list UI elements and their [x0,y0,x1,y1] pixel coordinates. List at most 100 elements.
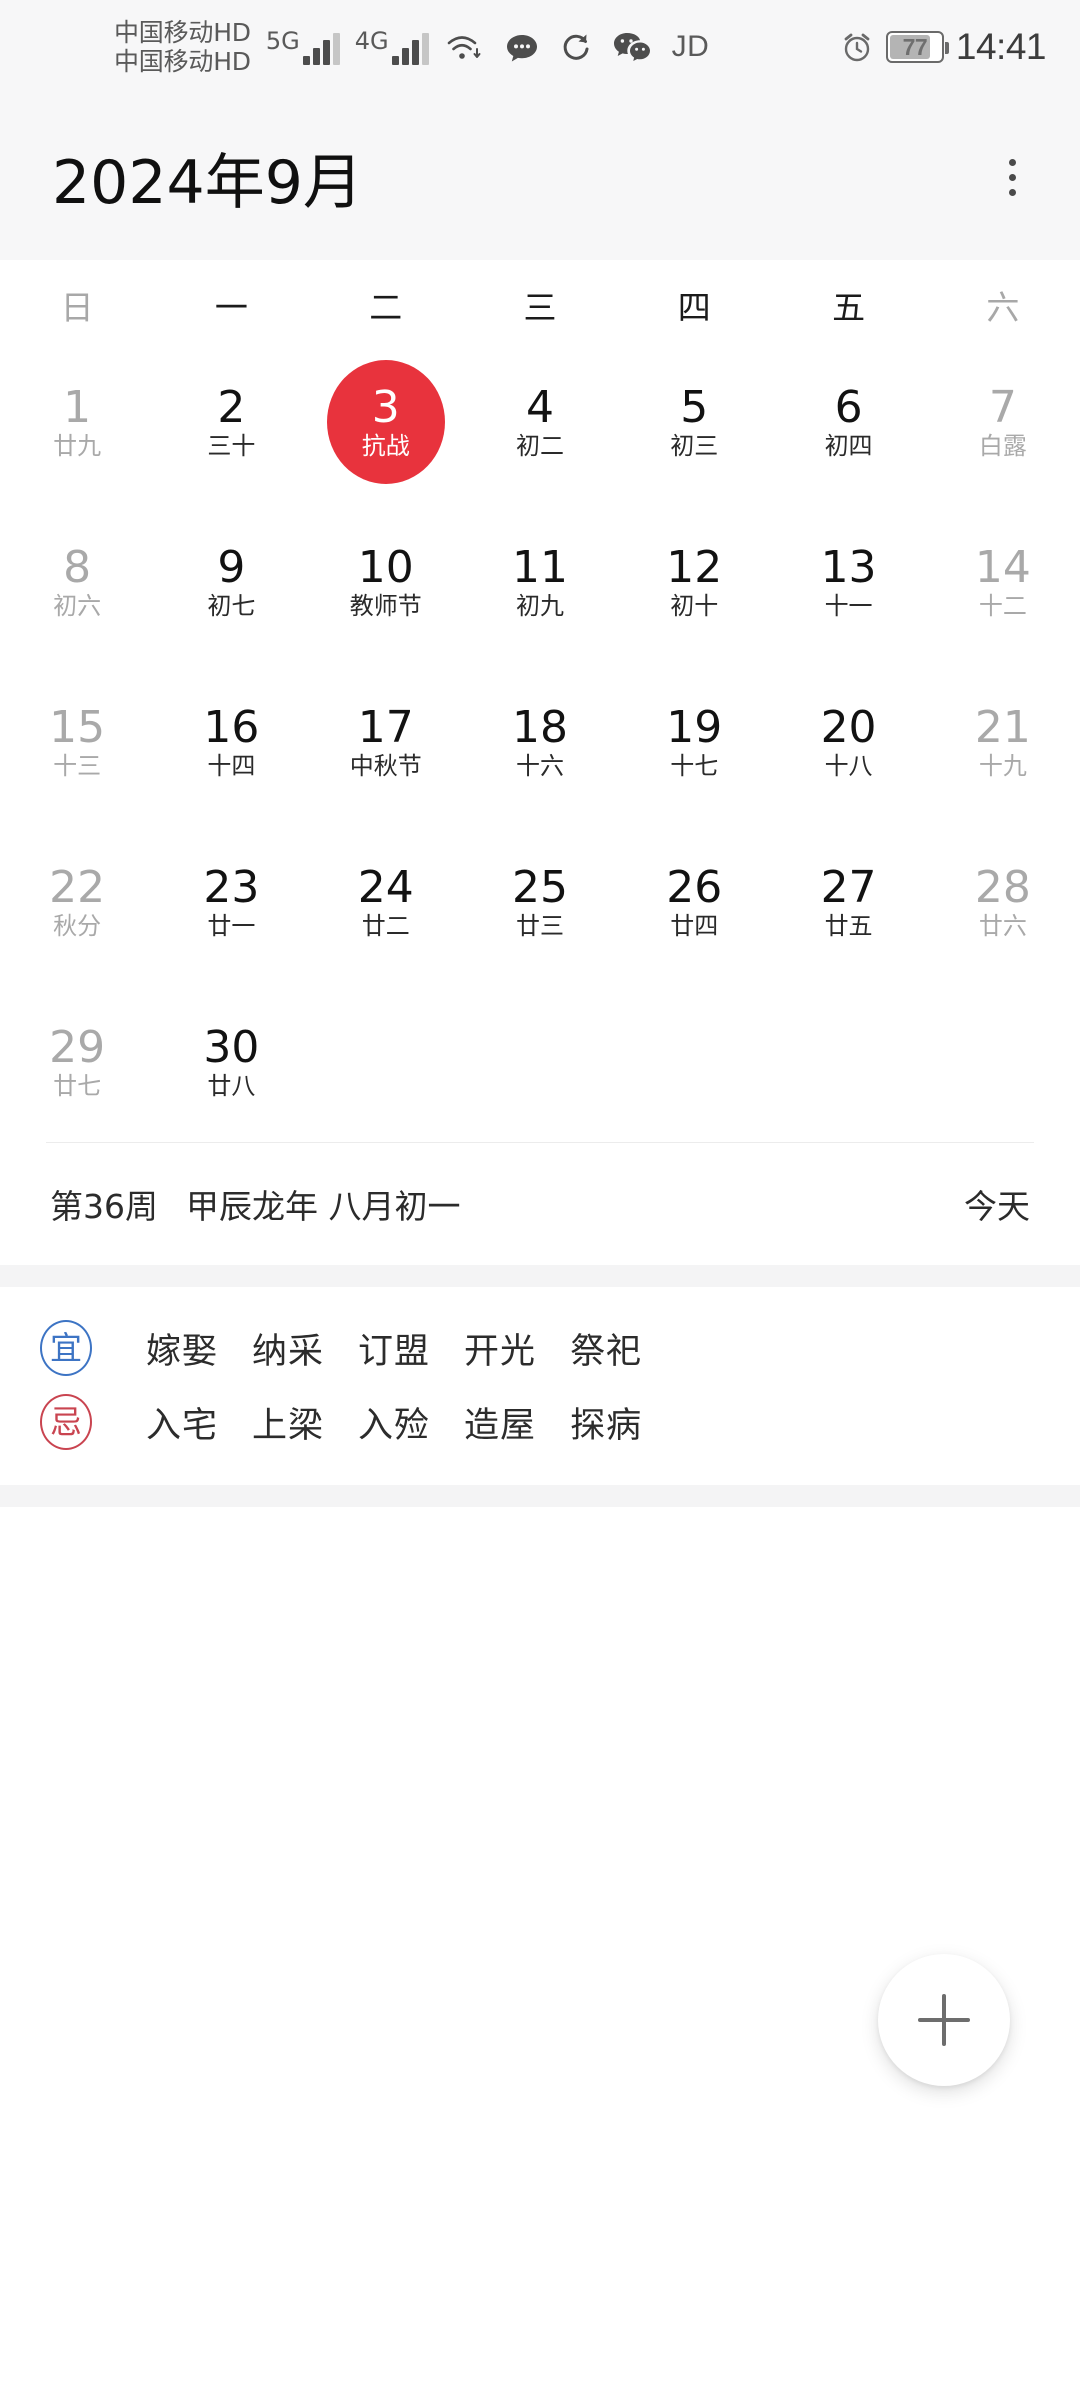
calendar-week-row: 15 十三 16 十四 17 中秋节 18 十六 19 十七 20 十八 21 十九 [0,662,1080,822]
calendar-day-11[interactable]: 11 初九 [463,502,617,662]
calendar-day-17[interactable]: 17 中秋节 [309,662,463,822]
day-lunar-label: 初七 [207,591,256,620]
day-number: 5 [680,381,709,433]
day-lunar-label: 白露 [978,431,1027,460]
calendar-day-10[interactable]: 10 教师节 [309,502,463,662]
day-lunar-label: 三十 [207,431,256,460]
almanac-card[interactable]: 宜 嫁娶 纳采 订盟 开光 祭祀 忌 入宅 上梁 入殓 造屋 探病 [0,1287,1080,1485]
section-gap-strip [0,1265,1080,1287]
weekday-header-row: 日一二三四五六 [0,268,1080,342]
calendar-day-13[interactable]: 13 十一 [771,502,925,662]
lunar-date-label: 甲辰龙年 八月初一 [186,1187,461,1226]
calendar-day-3[interactable]: 3 抗战 [309,342,463,502]
week-info-left: 第36周 甲辰龙年 八月初一 [50,1180,964,1228]
almanac-ji-row[interactable]: 忌 入宅 上梁 入殓 造屋 探病 [0,1385,1080,1459]
weekday-header-4: 四 [677,288,711,327]
week-info-bar: 第36周 甲辰龙年 八月初一 今天 [0,1143,1080,1265]
day-number: 4 [525,381,554,433]
calendar-day-24[interactable]: 24 廿二 [309,822,463,982]
yi-seal-icon: 宜 [40,1320,92,1376]
ji-item-4: 探病 [570,1405,643,1446]
day-lunar-label: 廿三 [515,911,564,940]
calendar-day-29[interactable]: 29 廿七 [0,982,154,1142]
calendar-day-19[interactable]: 19 十七 [617,662,771,822]
battery-indicator: 77 [885,31,949,63]
day-number: 22 [49,861,106,913]
day-number: 27 [820,861,877,913]
day-lunar-label: 初四 [824,431,873,460]
day-lunar-label: 初九 [515,591,564,620]
calendar-day-5[interactable]: 5 初三 [617,342,771,502]
day-lunar-label: 廿四 [670,911,719,940]
day-lunar-label: 廿五 [824,911,873,940]
calendar-week-row: 8 初六 9 初七 10 教师节 11 初九 12 初十 13 十一 14 十二 [0,502,1080,662]
status-bar-left: 中国移动HD 中国移动HD 5G 4G JD [22,18,840,77]
signal-group-sim2: 4G [355,29,429,65]
day-number: 6 [834,381,863,433]
day-lunar-label: 廿八 [207,1071,256,1100]
ji-item-3: 造屋 [464,1405,537,1446]
yi-item-3: 开光 [464,1331,537,1372]
bottom-gap-strip [0,1485,1080,1507]
day-lunar-label: 教师节 [349,591,422,620]
calendar-day-21[interactable]: 21 十九 [926,662,1080,822]
calendar-day-4[interactable]: 4 初二 [463,342,617,502]
calendar-weeks[interactable]: 1 廿九 2 三十 3 抗战 4 初二 5 初三 6 初四 7 白露 8 初六 9 初七 10 教师节 11 初九 12 初十… [0,342,1080,1142]
status-clock: 14:41 [955,26,1047,67]
day-lunar-label: 十八 [824,751,873,780]
day-number: 26 [666,861,723,913]
calendar-day-12[interactable]: 12 初十 [617,502,771,662]
calendar-day-26[interactable]: 26 廿四 [617,822,771,982]
day-number: 29 [49,1021,106,1073]
carrier-label-sim1: 中国移动HD [114,17,251,47]
calendar-day-23[interactable]: 23 廿一 [154,822,308,982]
alarm-clock-icon [844,33,870,62]
menu-dot [1008,158,1016,166]
calendar-day-25[interactable]: 25 廿三 [463,822,617,982]
calendar-day-20[interactable]: 20 十八 [771,662,925,822]
day-lunar-label: 十三 [53,751,102,780]
calendar-week-row: 1 廿九 2 三十 3 抗战 4 初二 5 初三 6 初四 7 白露 [0,342,1080,502]
calendar-day-27[interactable]: 27 廿五 [771,822,925,982]
calendar-day-1[interactable]: 1 廿九 [0,342,154,502]
calendar-day-16[interactable]: 16 十四 [154,662,308,822]
ji-item-1: 上梁 [252,1405,325,1446]
day-lunar-label: 初三 [670,431,719,460]
day-number: 17 [357,701,414,753]
calendar-day-2[interactable]: 2 三十 [154,342,308,502]
calendar-month-view[interactable]: 日一二三四五六 1 廿九 2 三十 3 抗战 4 初二 5 初三 6 初四 7 白露 8 初六 9 初七 10 教师节… [0,260,1080,1142]
status-bar: 中国移动HD 中国移动HD 5G 4G JD 77 14:41 [0,0,1080,94]
day-lunar-label: 十二 [978,591,1027,620]
calendar-day-18[interactable]: 18 十六 [463,662,617,822]
signal-bars-icon-2 [391,33,429,65]
day-lunar-label: 初十 [670,591,719,620]
calendar-day-28[interactable]: 28 廿六 [926,822,1080,982]
calendar-day-9[interactable]: 9 初七 [154,502,308,662]
today-button[interactable]: 今天 [964,1180,1030,1228]
page-title[interactable]: 2024年9月 [52,134,984,221]
wifi-icon [447,36,481,59]
add-event-fab[interactable] [878,1954,1010,2086]
calendar-day-8[interactable]: 8 初六 [0,502,154,662]
calendar-day-22[interactable]: 22 秋分 [0,822,154,982]
calendar-day-15[interactable]: 15 十三 [0,662,154,822]
day-number: 8 [63,541,92,593]
calendar-week-row: 29 廿七 30 廿八 [0,982,1080,1142]
app-title-bar: 2024年9月 [0,94,1080,260]
day-number: 15 [49,701,106,753]
day-number: 18 [511,701,568,753]
almanac-yi-row[interactable]: 宜 嫁娶 纳采 订盟 开光 祭祀 [0,1311,1080,1385]
day-number: 16 [203,701,260,753]
battery-percent-label: 77 [902,33,928,60]
day-lunar-label: 廿一 [207,911,256,940]
plus-icon-vertical [942,1994,946,2046]
calendar-day-30[interactable]: 30 廿八 [154,982,308,1142]
network-type-label-2: 4G [354,27,389,55]
day-number: 28 [974,861,1031,913]
yi-item-4: 祭祀 [570,1331,643,1372]
calendar-day-6[interactable]: 6 初四 [771,342,925,502]
carrier-label-sim2: 中国移动HD [114,47,251,76]
more-vertical-icon[interactable] [984,142,1040,212]
calendar-day-14[interactable]: 14 十二 [926,502,1080,662]
calendar-day-7[interactable]: 7 白露 [926,342,1080,502]
